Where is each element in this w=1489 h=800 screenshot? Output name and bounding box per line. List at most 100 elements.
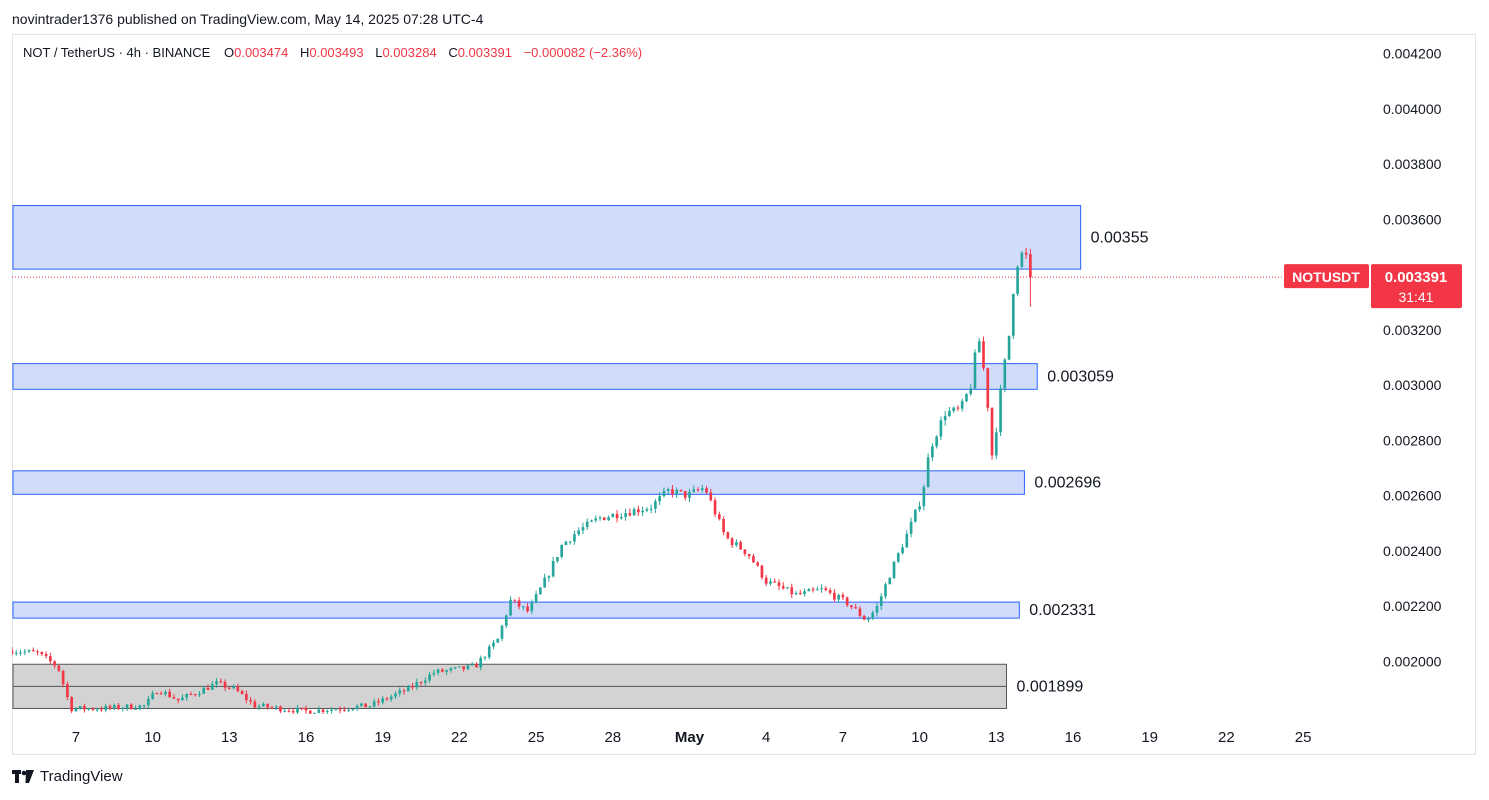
- candle-body: [377, 701, 380, 703]
- candle-body: [858, 608, 862, 616]
- candle-body: [675, 489, 679, 495]
- price-chart[interactable]: 0.00355 0.003059 0.002696 0.002331 0.001899 0…: [12, 34, 1476, 755]
- candle-body: [74, 708, 78, 712]
- candle-body: [973, 352, 977, 389]
- y-tick-label: 0.002000: [1383, 653, 1442, 669]
- symbol-label[interactable]: NOT / TetherUS · 4h · BINANCE: [23, 45, 210, 60]
- candle-body: [547, 576, 551, 578]
- candle-body: [372, 701, 376, 707]
- candle-body: [487, 646, 491, 658]
- candle-body: [360, 703, 363, 706]
- candle-body: [730, 538, 734, 546]
- candle-body: [590, 520, 593, 522]
- ohlc-legend: NOT / TetherUS · 4h · BINANCE O0.003474 …: [23, 45, 650, 60]
- zones-group: [12, 205, 1082, 709]
- candle-body: [210, 684, 214, 690]
- candle-body: [313, 712, 316, 714]
- candle-body: [219, 681, 223, 683]
- candle-body: [794, 593, 798, 595]
- candle-body: [249, 699, 252, 702]
- candle-body: [884, 584, 887, 597]
- candle-body: [1024, 252, 1028, 255]
- candle-body: [816, 589, 819, 591]
- candle-body: [245, 693, 248, 700]
- candle-body: [798, 593, 802, 595]
- candle-body: [943, 416, 947, 421]
- candle-body: [820, 588, 823, 590]
- candle-body: [671, 489, 674, 495]
- candle-body: [31, 650, 35, 652]
- candle-body: [1003, 359, 1007, 389]
- zone-box-2: [12, 363, 1038, 390]
- candle-body: [117, 704, 120, 709]
- candle-body: [19, 652, 22, 654]
- candle-body: [641, 510, 644, 513]
- candle-body: [325, 710, 329, 712]
- candle-body: [960, 401, 964, 409]
- candle-body: [598, 517, 602, 519]
- candle-body: [176, 698, 180, 701]
- candle-body: [343, 709, 346, 711]
- candle-body: [573, 534, 576, 542]
- x-tick-label: 13: [221, 729, 238, 746]
- candle-body: [287, 710, 291, 712]
- candle-body: [564, 541, 568, 545]
- candle-body: [526, 606, 529, 612]
- candle-body: [999, 388, 1002, 433]
- candle-body: [449, 668, 453, 671]
- candle-body: [78, 705, 82, 709]
- candle-body: [385, 698, 389, 700]
- x-tick-label: 7: [839, 729, 847, 746]
- candle-body: [257, 706, 261, 708]
- candle-body: [14, 652, 18, 654]
- candle-body: [854, 607, 858, 609]
- candle-body: [206, 687, 210, 690]
- candle-body: [654, 501, 657, 509]
- candle-body: [300, 707, 304, 709]
- candle-body: [662, 490, 666, 497]
- x-tick-label: 22: [451, 729, 468, 746]
- candle-body: [926, 457, 930, 488]
- candle-body: [462, 666, 465, 670]
- y-tick-label: 0.002200: [1383, 598, 1442, 614]
- candle-body: [837, 594, 840, 600]
- tradingview-brand[interactable]: TradingView: [40, 768, 123, 785]
- candle-body: [781, 586, 785, 589]
- candle-body: [423, 680, 427, 683]
- x-tick-label: May: [675, 729, 705, 746]
- tradingview-logo-icon[interactable]: [12, 769, 34, 784]
- candle-body: [483, 657, 487, 659]
- candle-body: [266, 703, 269, 708]
- x-tick-label: 25: [528, 729, 545, 746]
- candle-body: [581, 527, 585, 531]
- candle-body: [147, 698, 150, 706]
- candle-body: [875, 605, 879, 613]
- y-tick-label: 0.003600: [1383, 211, 1442, 227]
- candle-body: [27, 650, 31, 652]
- candle-body: [509, 599, 512, 616]
- candle-body: [168, 691, 171, 698]
- candle-body: [296, 707, 299, 713]
- candle-body: [931, 446, 934, 458]
- candle-body: [867, 618, 870, 620]
- candle-body: [479, 657, 483, 668]
- candle-body: [645, 509, 649, 511]
- x-tick-label: 25: [1295, 729, 1312, 746]
- candle-body: [1029, 254, 1032, 278]
- candle-body: [888, 578, 892, 585]
- y-tick-label: 0.003800: [1383, 156, 1442, 172]
- candle-body: [637, 509, 640, 513]
- candle-body: [436, 669, 440, 673]
- candle-body: [441, 669, 444, 672]
- candle-body: [969, 388, 973, 394]
- candle-body: [977, 341, 981, 353]
- candle-body: [739, 542, 742, 550]
- candle-body: [709, 492, 713, 501]
- candle-body: [121, 708, 125, 710]
- candle-body: [696, 489, 700, 491]
- candle-body: [164, 691, 167, 695]
- candle-body: [551, 560, 555, 577]
- publish-info: novintrader1376 published on TradingView…: [12, 11, 484, 27]
- candle-body: [956, 407, 960, 409]
- x-tick-label: 28: [604, 729, 621, 746]
